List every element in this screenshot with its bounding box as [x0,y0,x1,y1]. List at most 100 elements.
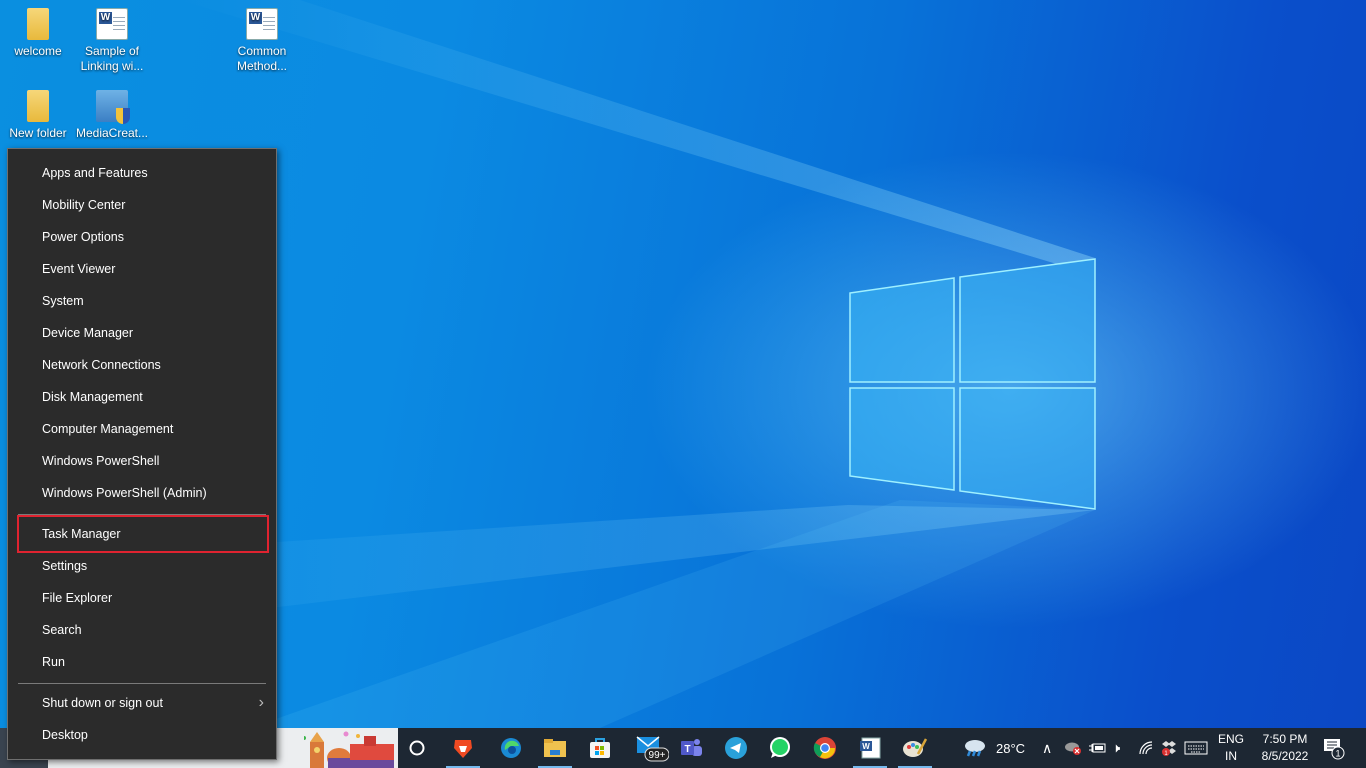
weather-rain-icon [965,740,985,757]
menu-item-label: Mobility Center [42,198,126,212]
menu-item-label: Apps and Features [42,166,148,180]
menu-item-shut-down-or-sign-out[interactable]: Shut down or sign out › [8,687,276,719]
desktop-icon-media-creation-tool[interactable]: MediaCreat... [75,90,149,141]
menu-item-desktop[interactable]: Desktop [8,719,276,751]
desktop-icon-common-method[interactable]: Common Method... [225,8,299,74]
mail-badge: 99+ [649,750,666,761]
tray-dropbox[interactable]: 1 [1160,728,1178,768]
menu-item-device-manager[interactable]: Device Manager [8,317,276,349]
weather-widget[interactable]: 28°C [962,728,1025,768]
clock[interactable]: 7:50 PM 8/5/2022 [1252,731,1318,765]
taskbar-cortana[interactable] [397,728,437,768]
tray-touch-keyboard[interactable] [1184,728,1208,768]
menu-item-mobility-center[interactable]: Mobility Center [8,189,276,221]
teams-icon: T [681,739,702,756]
user-folder-icon [27,8,49,40]
menu-item-label: Windows PowerShell [42,454,160,468]
desktop-icon-label: welcome [14,44,62,58]
search-doodle-icon [304,731,394,768]
input-language[interactable]: ENG IN [1214,731,1248,765]
word-icon: W [860,737,881,759]
notification-count: 1 [1335,749,1340,759]
desktop-icon-label: New folder [9,126,67,140]
menu-item-task-manager[interactable]: Task Manager [8,518,276,550]
edge-icon [501,738,521,758]
menu-separator [18,514,266,515]
word-document-icon [96,8,128,40]
weather-temperature: 28°C [996,740,1026,756]
onedrive-error-icon [1065,742,1081,755]
chevron-up-icon: ∧ [1042,739,1053,756]
menu-item-label: Task Manager [42,527,121,541]
menu-item-label: Device Manager [42,326,134,340]
taskbar-paint[interactable] [895,728,935,768]
menu-item-label: Network Connections [42,358,161,372]
menu-item-file-explorer[interactable]: File Explorer [8,582,276,614]
clock-date: 8/5/2022 [1261,749,1309,763]
region-code: IN [1225,749,1237,763]
menu-item-label: Search [42,623,82,637]
menu-item-event-viewer[interactable]: Event Viewer [8,253,276,285]
store-icon [590,738,610,758]
tray-volume[interactable]: 🕨︎ [1112,728,1120,768]
menu-item-system[interactable]: System [8,285,276,317]
menu-item-label: File Explorer [42,591,113,605]
menu-item-label: Power Options [42,230,124,244]
taskbar-microsoft-store[interactable] [580,728,620,768]
desktop-icon-sample-of-linking[interactable]: Sample of Linking wi... [75,8,149,74]
keyboard-icon [1184,741,1208,755]
taskbar-teams[interactable]: T [671,728,711,768]
clock-time: 7:50 PM [1262,732,1308,746]
notifications-icon: 1 [1324,739,1345,760]
menu-item-label: Shut down or sign out [42,696,163,710]
desktop-icon-label: Sample of Linking wi... [80,44,144,73]
taskbar-chrome[interactable] [805,728,845,768]
taskbar-telegram[interactable] [716,728,756,768]
taskbar-whatsapp[interactable] [760,728,800,768]
windows-logo [849,258,1096,510]
taskbar-brave[interactable] [443,728,483,768]
desktop-icon-welcome[interactable]: welcome [1,8,75,59]
menu-item-computer-management[interactable]: Computer Management [8,413,276,445]
svg-text:W: W [862,742,870,751]
tray-wifi[interactable] [1138,728,1154,768]
word-document-icon [246,8,278,40]
menu-item-windows-powershell[interactable]: Windows PowerShell [8,445,276,477]
desktop-icon-new-folder[interactable]: New folder [1,90,75,141]
menu-item-label: Disk Management [42,390,143,404]
battery-charging-icon [1089,743,1106,753]
desktop-icon-label: MediaCreat... [75,126,149,140]
menu-item-network-connections[interactable]: Network Connections [8,349,276,381]
svg-text:T: T [684,744,690,755]
taskbar-mail[interactable]: 99+ [632,728,672,768]
menu-item-label: Settings [42,559,88,573]
taskbar-edge[interactable] [491,728,531,768]
menu-item-label: Event Viewer [42,262,116,276]
menu-item-apps-and-features[interactable]: Apps and Features [8,157,276,189]
volume-icon: 🕨︎ [1112,740,1121,755]
menu-item-disk-management[interactable]: Disk Management [8,381,276,413]
menu-item-label: Desktop [42,728,88,742]
tray-onedrive[interactable] [1064,728,1082,768]
telegram-icon [725,737,747,759]
menu-item-label: System [42,294,84,308]
chrome-icon [813,737,836,759]
folder-icon [27,90,49,122]
chevron-right-icon: › [258,694,264,711]
media-creation-tool-icon [96,90,130,124]
language-code: ENG [1217,732,1244,746]
action-center-button[interactable]: 1 [1322,728,1346,768]
show-hidden-icons-button[interactable]: ∧ [1042,728,1052,768]
menu-item-label: Run [42,655,65,669]
menu-item-search[interactable]: Search [8,614,276,646]
menu-item-settings[interactable]: Settings [8,550,276,582]
taskbar-word[interactable]: W [850,728,890,768]
menu-item-run[interactable]: Run [8,646,276,678]
menu-item-power-options[interactable]: Power Options [8,221,276,253]
mail-icon: 99+ [636,736,669,762]
brave-icon [454,740,472,758]
wifi-icon [1139,741,1153,755]
tray-battery[interactable] [1088,728,1106,768]
taskbar-file-explorer[interactable] [535,728,575,768]
menu-item-windows-powershell-admin[interactable]: Windows PowerShell (Admin) [8,477,276,509]
